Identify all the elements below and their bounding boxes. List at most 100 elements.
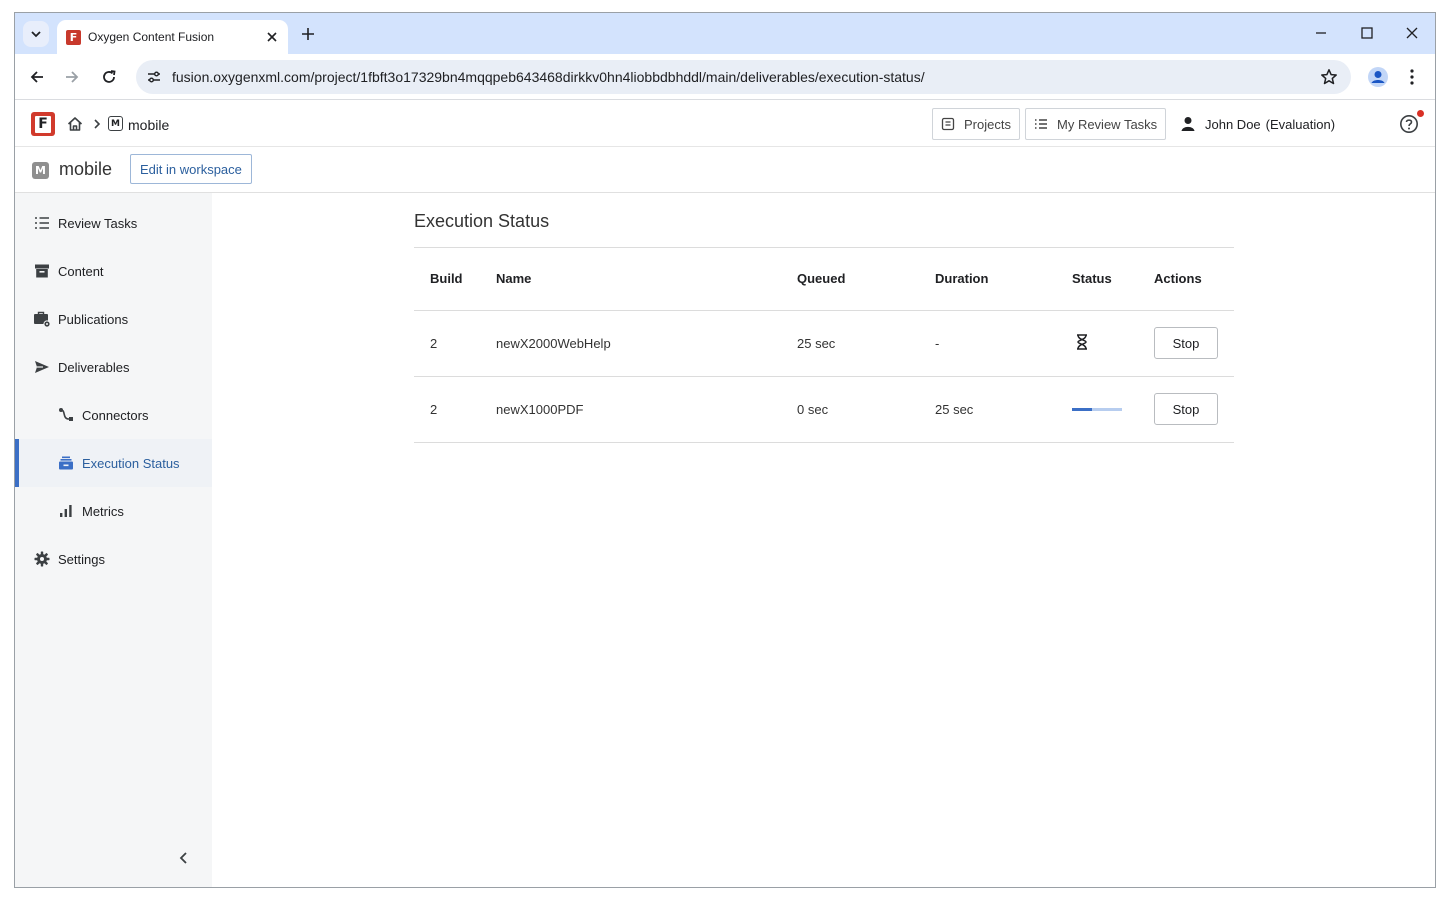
notification-dot: [1417, 110, 1424, 117]
status-cell: [1056, 310, 1138, 377]
url-text: fusion.oxygenxml.com/project/1fbft3o1732…: [172, 69, 925, 85]
main-content: Execution Status Build Name Queued Durat…: [212, 193, 1435, 887]
projects-icon: [941, 117, 955, 131]
browser-window: F Oxygen Content Fusion fusion.oxygenxml…: [14, 12, 1436, 888]
user-status: (Evaluation): [1265, 116, 1336, 132]
sidebar-item-review-tasks[interactable]: Review Tasks: [15, 199, 212, 247]
projects-button[interactable]: Projects: [932, 108, 1020, 140]
queued-cell: 0 sec: [781, 376, 919, 443]
sidebar: Review Tasks Content Publications Delive…: [15, 193, 212, 887]
project-badge-icon: M: [108, 116, 123, 131]
actions-cell: Stop: [1138, 310, 1234, 377]
site-info-icon[interactable]: [145, 68, 163, 86]
column-header-build: Build: [414, 248, 480, 311]
maximize-button[interactable]: [1352, 21, 1382, 45]
app-header: F M mobile Projects My Review Tasks John…: [15, 101, 1435, 147]
archive-box-icon: [33, 262, 51, 280]
column-header-queued: Queued: [781, 248, 919, 311]
reload-icon: [103, 70, 116, 83]
progress-fill: [1072, 407, 1092, 411]
plus-icon: [302, 28, 314, 40]
close-window-button[interactable]: [1397, 21, 1427, 45]
sidebar-item-settings[interactable]: Settings: [15, 535, 212, 583]
name-cell: newX1000PDF: [480, 376, 781, 443]
sidebar-item-execution-status[interactable]: Execution Status: [15, 439, 212, 487]
tab-strip: F Oxygen Content Fusion: [15, 13, 1435, 54]
briefcase-gear-icon: [33, 310, 51, 328]
profile-button[interactable]: [1365, 64, 1391, 90]
close-icon: [267, 32, 277, 42]
chevron-right-icon: [94, 119, 101, 129]
connector-icon: [57, 406, 75, 424]
person-icon: [1181, 117, 1195, 131]
project-bar: M mobile Edit in workspace: [15, 148, 1435, 193]
more-vert-icon: [1410, 69, 1414, 85]
sidebar-item-publications[interactable]: Publications: [15, 295, 212, 343]
tab-close-button[interactable]: [264, 29, 280, 45]
favicon-icon: F: [66, 30, 81, 45]
address-bar[interactable]: fusion.oxygenxml.com/project/1fbft3o1732…: [136, 60, 1351, 94]
maximize-icon: [1361, 27, 1373, 39]
star-icon: [1321, 69, 1337, 85]
sidebar-item-deliverables[interactable]: Deliverables: [15, 343, 212, 391]
name-cell: newX2000WebHelp: [480, 310, 781, 377]
table-header-row: Build Name Queued Duration Status Action…: [414, 248, 1234, 311]
list-icon: [33, 214, 51, 232]
project-badge: M: [32, 162, 49, 179]
bar-chart-icon: [57, 502, 75, 520]
gear-icon: [33, 550, 51, 568]
chevron-down-icon: [31, 31, 41, 38]
new-tab-button[interactable]: [297, 23, 319, 45]
list-icon: [1035, 119, 1047, 129]
arrow-left-icon: [30, 71, 43, 83]
reload-button[interactable]: [96, 64, 122, 90]
actions-cell: Stop: [1138, 376, 1234, 443]
duration-cell: -: [919, 310, 1056, 377]
browser-menu-button[interactable]: [1401, 64, 1423, 90]
home-icon[interactable]: [66, 115, 84, 133]
minimize-icon: [1316, 32, 1326, 34]
column-header-status: Status: [1056, 248, 1138, 311]
duration-cell: 25 sec: [919, 376, 1056, 443]
queued-cell: 25 sec: [781, 310, 919, 377]
status-cell: [1056, 376, 1138, 443]
browser-tab[interactable]: F Oxygen Content Fusion: [57, 20, 288, 54]
edit-in-workspace-button[interactable]: Edit in workspace: [130, 154, 252, 184]
execution-table: Build Name Queued Duration Status Action…: [414, 248, 1234, 443]
close-icon: [1406, 27, 1418, 39]
project-name: mobile: [59, 159, 113, 179]
hourglass-icon: [1077, 333, 1087, 350]
build-cell: 2: [414, 310, 480, 377]
bookmark-button[interactable]: [1319, 67, 1339, 87]
my-review-tasks-button[interactable]: My Review Tasks: [1025, 108, 1167, 140]
sidebar-item-content[interactable]: Content: [15, 247, 212, 295]
minimize-button[interactable]: [1306, 21, 1336, 45]
user-menu[interactable]: John Doe (Evaluation): [1181, 116, 1335, 132]
tune-icon: [148, 71, 160, 83]
sidebar-item-metrics[interactable]: Metrics: [15, 487, 212, 535]
stop-button[interactable]: Stop: [1154, 327, 1218, 359]
collapse-sidebar-icon[interactable]: [175, 849, 193, 867]
column-header-actions: Actions: [1138, 248, 1234, 311]
browser-toolbar: fusion.oxygenxml.com/project/1fbft3o1732…: [15, 54, 1435, 100]
back-button[interactable]: [24, 64, 50, 90]
column-header-name: Name: [480, 248, 781, 311]
send-icon: [33, 358, 51, 376]
fusion-logo[interactable]: F: [31, 112, 55, 136]
table-row: 2 newX2000WebHelp 25 sec - Stop: [414, 310, 1234, 377]
help-icon[interactable]: [1399, 114, 1419, 134]
breadcrumb-project[interactable]: mobile: [128, 117, 169, 133]
user-name: John Doe: [1205, 116, 1261, 132]
stop-button[interactable]: Stop: [1154, 393, 1218, 425]
arrow-right-icon: [66, 71, 79, 83]
build-cell: 2: [414, 376, 480, 443]
sidebar-item-connectors[interactable]: Connectors: [15, 391, 212, 439]
active-indicator: [15, 439, 19, 487]
page-title: Execution Status: [414, 211, 550, 231]
progress-bar: [1072, 407, 1122, 411]
column-header-duration: Duration: [919, 248, 1056, 311]
tab-search-button[interactable]: [23, 21, 49, 47]
forward-button[interactable]: [59, 64, 85, 90]
profile-avatar-icon: [1368, 67, 1388, 87]
execution-stack-icon: [57, 454, 75, 472]
